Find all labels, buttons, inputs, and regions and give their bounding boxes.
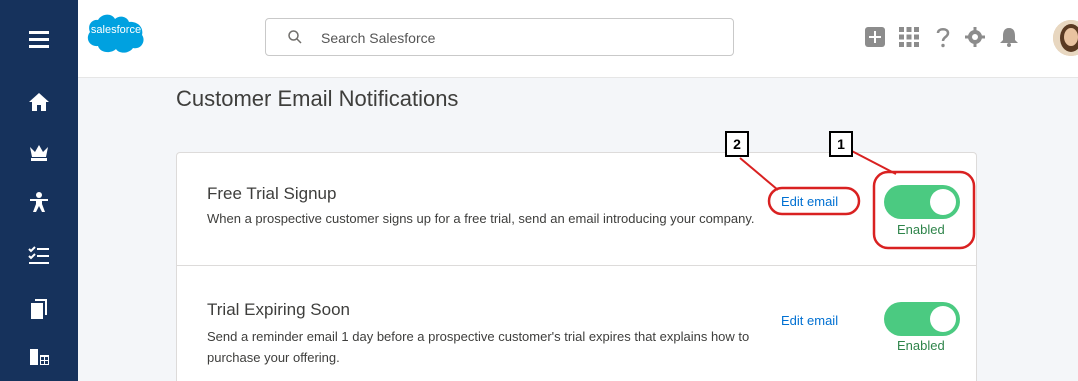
page-title: Customer Email Notifications [176, 86, 459, 111]
documents-icon [31, 299, 47, 319]
toggle-trial-expiring-soon[interactable] [884, 302, 960, 336]
crown-icon [30, 145, 48, 161]
toggle-knob [930, 306, 956, 332]
menu-icon [29, 31, 49, 48]
settings-icon[interactable] [964, 26, 986, 48]
checklist-icon [28, 246, 49, 264]
edit-email-link-trial-expiring-soon[interactable]: Edit email [781, 313, 838, 328]
nav-person-button[interactable] [0, 178, 78, 226]
toggle-label-free-trial-signup: Enabled [897, 222, 945, 237]
nav-checklist-button[interactable] [0, 232, 78, 280]
nav-home-button[interactable] [0, 78, 78, 126]
help-icon[interactable] [932, 26, 954, 48]
callout-1: 1 [829, 131, 853, 157]
nav-crown-button[interactable] [0, 128, 78, 176]
row-description-free-trial-signup: When a prospective customer signs up for… [207, 211, 755, 226]
notifications-icon[interactable] [998, 26, 1020, 48]
search-input[interactable]: Search Salesforce [265, 18, 734, 56]
app-launcher-icon[interactable] [898, 26, 920, 48]
avatar-image [1053, 20, 1078, 56]
grid-table-icon [30, 349, 49, 365]
search-icon [288, 30, 302, 44]
row-description-trial-expiring-soon: Send a reminder email 1 day before a pro… [207, 329, 750, 365]
add-icon[interactable] [864, 26, 886, 48]
row-title-trial-expiring-soon: Trial Expiring Soon [207, 300, 350, 319]
row-divider [177, 265, 976, 266]
menu-button[interactable] [0, 15, 78, 63]
nav-documents-button[interactable] [0, 285, 78, 333]
row-title-free-trial-signup: Free Trial Signup [207, 184, 337, 203]
nav-grid-button[interactable] [0, 333, 78, 381]
logo-text: salesforce [90, 24, 142, 36]
home-icon [29, 93, 49, 111]
toggle-knob [930, 189, 956, 215]
user-avatar[interactable] [1053, 20, 1078, 56]
toggle-label-trial-expiring-soon: Enabled [897, 338, 945, 353]
left-nav [0, 0, 78, 381]
person-icon [30, 192, 48, 212]
edit-email-link-free-trial-signup[interactable]: Edit email [781, 194, 838, 209]
search-placeholder: Search Salesforce [321, 30, 436, 46]
global-header: salesforce Search Salesforce [78, 0, 1078, 78]
callout-2: 2 [725, 131, 749, 157]
toggle-free-trial-signup[interactable] [884, 185, 960, 219]
